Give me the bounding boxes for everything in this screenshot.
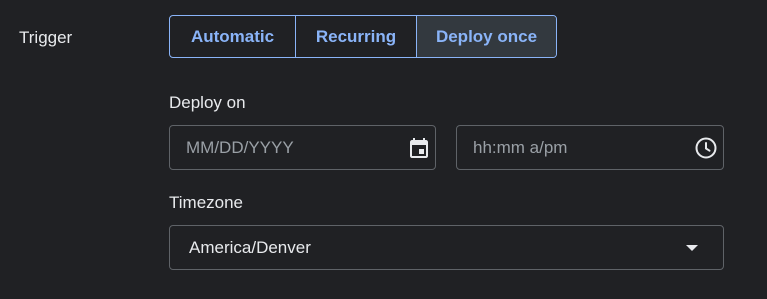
trigger-segmented-control: Automatic Recurring Deploy once (169, 15, 557, 58)
time-input[interactable] (457, 126, 694, 169)
trigger-option-recurring[interactable]: Recurring (296, 16, 417, 57)
trigger-option-deploy-once[interactable]: Deploy once (417, 16, 556, 57)
timezone-label: Timezone (169, 193, 244, 212)
trigger-label: Trigger (19, 28, 73, 47)
date-field[interactable] (169, 125, 436, 170)
chevron-down-icon[interactable] (679, 235, 705, 261)
time-field[interactable] (456, 125, 724, 170)
trigger-option-automatic[interactable]: Automatic (170, 16, 296, 57)
deploy-trigger-form: Trigger Automatic Recurring Deploy once … (0, 0, 767, 299)
clock-icon[interactable] (694, 135, 718, 161)
date-input[interactable] (170, 126, 407, 169)
deploy-on-label: Deploy on (169, 93, 246, 112)
timezone-select[interactable]: America/Denver (169, 225, 724, 270)
calendar-icon[interactable] (407, 135, 431, 161)
timezone-value: America/Denver (189, 237, 311, 257)
